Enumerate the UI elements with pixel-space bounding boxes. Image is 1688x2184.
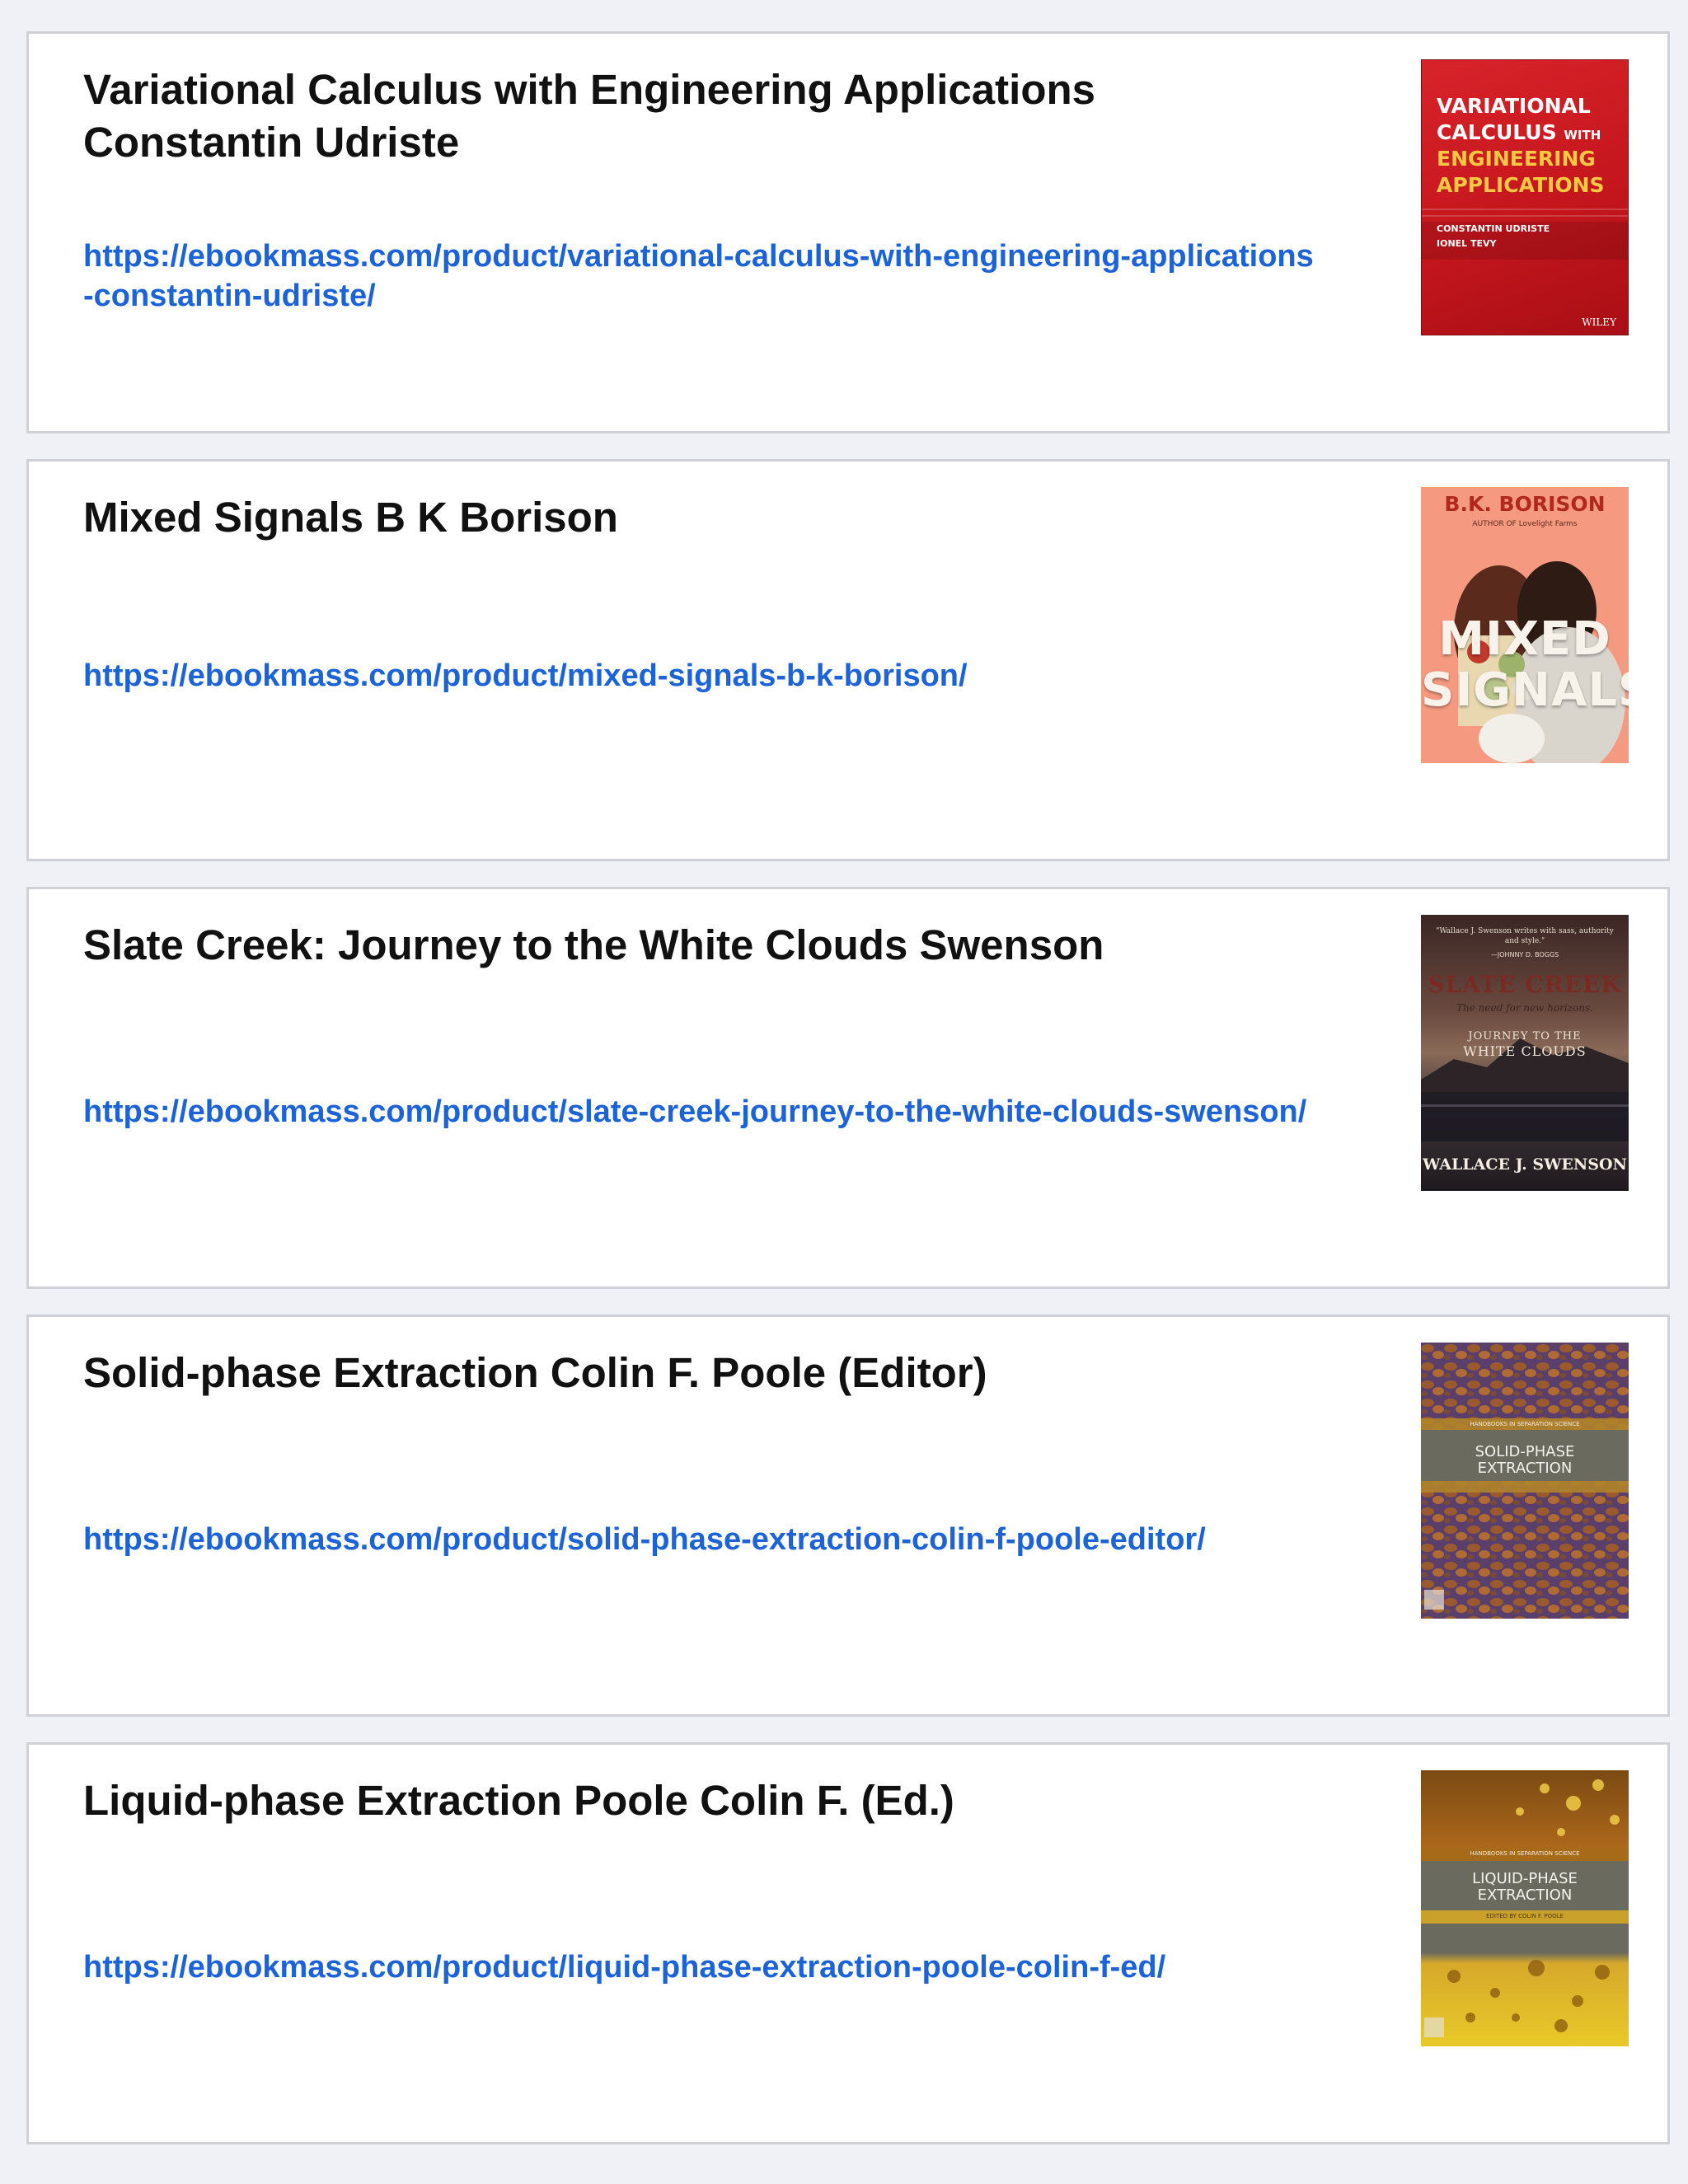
book-cover-image[interactable]: "Wallace J. Swenson writes with sass, au… <box>1421 915 1629 1191</box>
book-cover-image[interactable]: HANDBOOKS IN SEPARATION SCIENCE SOLID-PH… <box>1421 1343 1629 1619</box>
cover-quote-author: —JOHNNY D. BOGGS <box>1490 951 1559 958</box>
cover-title-line: VARIATIONAL <box>1437 94 1591 118</box>
cover-quote: "Wallace J. Swenson writes with sass, au… <box>1436 927 1614 945</box>
book-title: Slate Creek: Journey to the White Clouds… <box>83 921 1104 968</box>
book-card: Variational Calculus with Engineering Ap… <box>26 31 1670 434</box>
book-link[interactable]: https://ebookmass.com/product/solid-phas… <box>83 1520 1320 1559</box>
book-link[interactable]: https://ebookmass.com/product/variationa… <box>83 237 1320 316</box>
book-card: Liquid-phase Extraction Poole Colin F. (… <box>26 1742 1670 2144</box>
cover-title-line: EXTRACTION <box>1477 1460 1573 1477</box>
book-link[interactable]: https://ebookmass.com/product/liquid-pha… <box>83 1947 1320 1987</box>
book-card: Mixed Signals B K Borison https://ebookm… <box>26 459 1670 861</box>
book-card: Slate Creek: Journey to the White Clouds… <box>26 887 1670 1289</box>
cover-title-line: MIXED <box>1438 612 1611 666</box>
cover-illustration <box>1421 1779 1629 2037</box>
cover-title-line: SLATE CREEK <box>1428 971 1622 998</box>
cover-title-line: ENGINEERING <box>1437 147 1596 171</box>
cover-title-line: LIQUID-PHASE <box>1472 1870 1578 1887</box>
cover-title-line: SOLID-PHASE <box>1475 1443 1575 1460</box>
book-title: Liquid-phase Extraction Poole Colin F. (… <box>83 1777 954 1824</box>
cover-editor: EDITED BY COLIN F. POOLE <box>1486 1913 1564 1919</box>
cover-subline: AUTHOR OF Lovelight Farms <box>1472 520 1578 528</box>
book-title: Solid-phase Extraction Colin F. Poole (E… <box>83 1349 987 1396</box>
cover-subtitle: WHITE CLOUDS <box>1463 1043 1587 1059</box>
cover-title-line: SIGNALS <box>1421 663 1629 717</box>
cover-title-word: CALCULUS <box>1437 120 1557 144</box>
book-title: Variational Calculus with Engineering Ap… <box>83 66 1095 166</box>
cover-author: CONSTANTIN UDRISTE <box>1437 223 1550 234</box>
book-link[interactable]: https://ebookmass.com/product/mixed-sign… <box>83 656 1320 696</box>
cover-author: IONEL TEVY <box>1437 238 1497 249</box>
book-cover-image[interactable]: B.K. BORISON AUTHOR OF Lovelight Farms M… <box>1421 487 1629 763</box>
cover-subtitle: JOURNEY TO THE <box>1468 1030 1582 1043</box>
book-list: Variational Calculus with Engineering Ap… <box>26 31 1670 2170</box>
book-link[interactable]: https://ebookmass.com/product/slate-cree… <box>83 1092 1320 1132</box>
book-cover-image[interactable]: VARIATIONAL CALCULUS WITH ENGINEERING AP… <box>1421 59 1629 335</box>
cover-series: HANDBOOKS IN SEPARATION SCIENCE <box>1470 1421 1580 1427</box>
cover-tagline: The need for new horizons. <box>1456 1002 1593 1014</box>
cover-author: WALLACE J. SWENSON <box>1423 1155 1627 1174</box>
cover-title-word: WITH <box>1564 128 1601 143</box>
book-title: Mixed Signals B K Borison <box>83 494 618 541</box>
cover-series: HANDBOOKS IN SEPARATION SCIENCE <box>1470 1850 1580 1857</box>
book-card: Solid-phase Extraction Colin F. Poole (E… <box>26 1315 1670 1717</box>
cover-title-line: EXTRACTION <box>1477 1886 1573 1904</box>
cover-illustration <box>1421 1343 1629 1619</box>
cover-title-line: APPLICATIONS <box>1437 173 1605 197</box>
cover-publisher: WILEY <box>1582 316 1616 328</box>
cover-author: B.K. BORISON <box>1444 492 1606 516</box>
book-cover-image[interactable]: HANDBOOKS IN SEPARATION SCIENCE LIQUID-P… <box>1421 1770 1629 2046</box>
cover-title-line: CALCULUS WITH <box>1437 120 1601 148</box>
